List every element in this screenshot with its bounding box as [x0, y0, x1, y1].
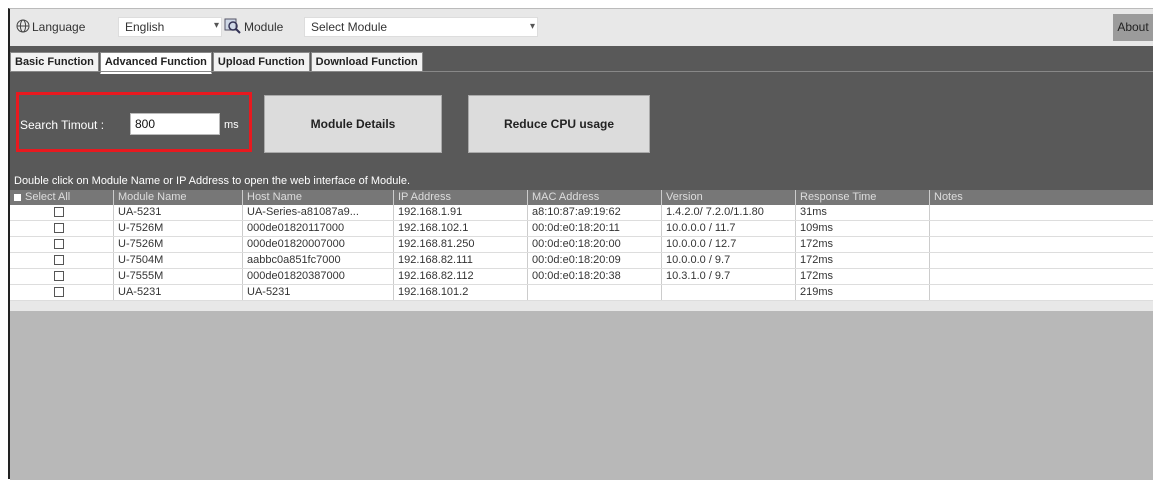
- module-label: Module: [244, 20, 284, 34]
- table-cell: 00:0d:e0:18:20:00: [528, 237, 662, 252]
- row-checkbox[interactable]: [54, 207, 64, 218]
- function-panel: Basic Function Advanced Function Upload …: [10, 46, 1153, 173]
- table-cell[interactable]: U-7526M: [114, 221, 243, 236]
- table-cell: [930, 269, 1153, 284]
- select-all-checkbox[interactable]: [14, 193, 21, 201]
- table-row[interactable]: U-7555M 000de01820387000 192.168.82.112 00:…: [10, 269, 1153, 285]
- chevron-down-icon: ▾: [213, 20, 219, 31]
- module-value: Select Module: [311, 20, 388, 34]
- tab-upload-function[interactable]: Upload Function: [212, 52, 310, 72]
- column-header[interactable]: Response Time: [796, 190, 930, 205]
- row-checkbox[interactable]: [54, 255, 64, 266]
- search-timeout-input[interactable]: [130, 113, 220, 135]
- app-window: Language English ▾ Module Select Module …: [8, 8, 1153, 480]
- search-timeout-unit: ms: [224, 119, 239, 131]
- tab-download-function[interactable]: Download Function: [310, 52, 423, 72]
- table-row[interactable]: U-7526M 000de01820117000 192.168.102.1 00:0…: [10, 221, 1153, 237]
- globe-icon: [16, 19, 30, 33]
- table-cell: [930, 285, 1153, 300]
- table-empty-area: [10, 311, 1153, 480]
- column-header[interactable]: Notes: [930, 190, 1153, 205]
- row-select-cell[interactable]: [10, 205, 114, 220]
- row-select-cell[interactable]: [10, 237, 114, 252]
- table-row[interactable]: U-7504M aabbc0a851fc7000 192.168.82.111 00:…: [10, 253, 1153, 269]
- table-cell: [930, 237, 1153, 252]
- table-cell: 10.3.1.0 / 9.7: [662, 269, 796, 284]
- column-header[interactable]: Module Name: [114, 190, 243, 205]
- table-row[interactable]: UA-5231 UA-Series-a81087a9... 192.168.1.91…: [10, 205, 1153, 221]
- table-cell[interactable]: U-7504M: [114, 253, 243, 268]
- table-cell: 219ms: [796, 285, 930, 300]
- module-details-button[interactable]: Module Details: [264, 95, 442, 153]
- table-cell: [662, 285, 796, 300]
- table-cell: UA-Series-a81087a9...: [243, 205, 394, 220]
- table-cell: UA-5231: [243, 285, 394, 300]
- table-cell: 172ms: [796, 237, 930, 252]
- language-select[interactable]: English ▾: [118, 17, 222, 37]
- module-table: Select All Module Name Host Name IP Addr…: [10, 190, 1153, 301]
- column-header[interactable]: Version: [662, 190, 796, 205]
- row-select-cell[interactable]: [10, 285, 114, 300]
- table-cell: 31ms: [796, 205, 930, 220]
- row-checkbox[interactable]: [54, 271, 64, 282]
- search-icon: [224, 18, 241, 34]
- table-cell: aabbc0a851fc7000: [243, 253, 394, 268]
- info-text: Double click on Module Name or IP Addres…: [10, 173, 1153, 190]
- tab-basic-function[interactable]: Basic Function: [10, 52, 99, 72]
- reduce-cpu-usage-button[interactable]: Reduce CPU usage: [468, 95, 650, 153]
- module-select[interactable]: Select Module ▾: [304, 17, 538, 37]
- language-label: Language: [32, 20, 86, 34]
- table-cell: [930, 221, 1153, 236]
- about-button[interactable]: About: [1113, 14, 1153, 41]
- language-value: English: [125, 20, 165, 34]
- row-select-cell[interactable]: [10, 253, 114, 268]
- tab-divider: [10, 71, 1153, 72]
- table-cell: [930, 205, 1153, 220]
- table-cell[interactable]: UA-5231: [114, 205, 243, 220]
- column-header[interactable]: IP Address: [394, 190, 528, 205]
- table-cell: 10.0.0.0 / 11.7: [662, 221, 796, 236]
- table-cell[interactable]: 192.168.101.2: [394, 285, 528, 300]
- table-cell: 00:0d:e0:18:20:11: [528, 221, 662, 236]
- table-cell[interactable]: 192.168.82.112: [394, 269, 528, 284]
- table-cell: 000de01820007000: [243, 237, 394, 252]
- table-cell[interactable]: U-7526M: [114, 237, 243, 252]
- table-cell: 000de01820117000: [243, 221, 394, 236]
- table-cell: a8:10:87:a9:19:62: [528, 205, 662, 220]
- table-cell[interactable]: 192.168.82.111: [394, 253, 528, 268]
- search-timeout-label: Search Timout :: [20, 118, 105, 132]
- function-tabs: Basic Function Advanced Function Upload …: [10, 52, 424, 74]
- table-cell: 10.0.0.0 / 9.7: [662, 253, 796, 268]
- table-cell[interactable]: U-7555M: [114, 269, 243, 284]
- chevron-down-icon: ▾: [529, 21, 535, 32]
- select-all-header[interactable]: Select All: [10, 190, 114, 205]
- table-cell: 10.0.0.0 / 12.7: [662, 237, 796, 252]
- table-cell[interactable]: UA-5231: [114, 285, 243, 300]
- table-cell: 1.4.2.0/ 7.2.0/1.1.80: [662, 205, 796, 220]
- column-header[interactable]: MAC Address: [528, 190, 662, 205]
- table-cell: [528, 285, 662, 300]
- row-checkbox[interactable]: [54, 223, 64, 234]
- table-cell[interactable]: 192.168.1.91: [394, 205, 528, 220]
- table-cell[interactable]: 192.168.102.1: [394, 221, 528, 236]
- row-checkbox[interactable]: [54, 287, 64, 298]
- table-body: UA-5231 UA-Series-a81087a9... 192.168.1.91…: [10, 205, 1153, 301]
- table-cell: 00:0d:e0:18:20:09: [528, 253, 662, 268]
- top-toolbar: Language English ▾ Module Select Module …: [10, 9, 1153, 46]
- table-row[interactable]: UA-5231 UA-5231 192.168.101.2 219ms: [10, 285, 1153, 301]
- table-cell: 000de01820387000: [243, 269, 394, 284]
- table-cell: 00:0d:e0:18:20:38: [528, 269, 662, 284]
- table-cell: 172ms: [796, 269, 930, 284]
- row-select-cell[interactable]: [10, 221, 114, 236]
- table-cell: 172ms: [796, 253, 930, 268]
- table-header: Select All Module Name Host Name IP Addr…: [10, 190, 1153, 205]
- table-cell: 109ms: [796, 221, 930, 236]
- row-select-cell[interactable]: [10, 269, 114, 284]
- row-checkbox[interactable]: [54, 239, 64, 250]
- table-row[interactable]: U-7526M 000de01820007000 192.168.81.250 00:…: [10, 237, 1153, 253]
- table-cell[interactable]: 192.168.81.250: [394, 237, 528, 252]
- table-cell: [930, 253, 1153, 268]
- column-header[interactable]: Host Name: [243, 190, 394, 205]
